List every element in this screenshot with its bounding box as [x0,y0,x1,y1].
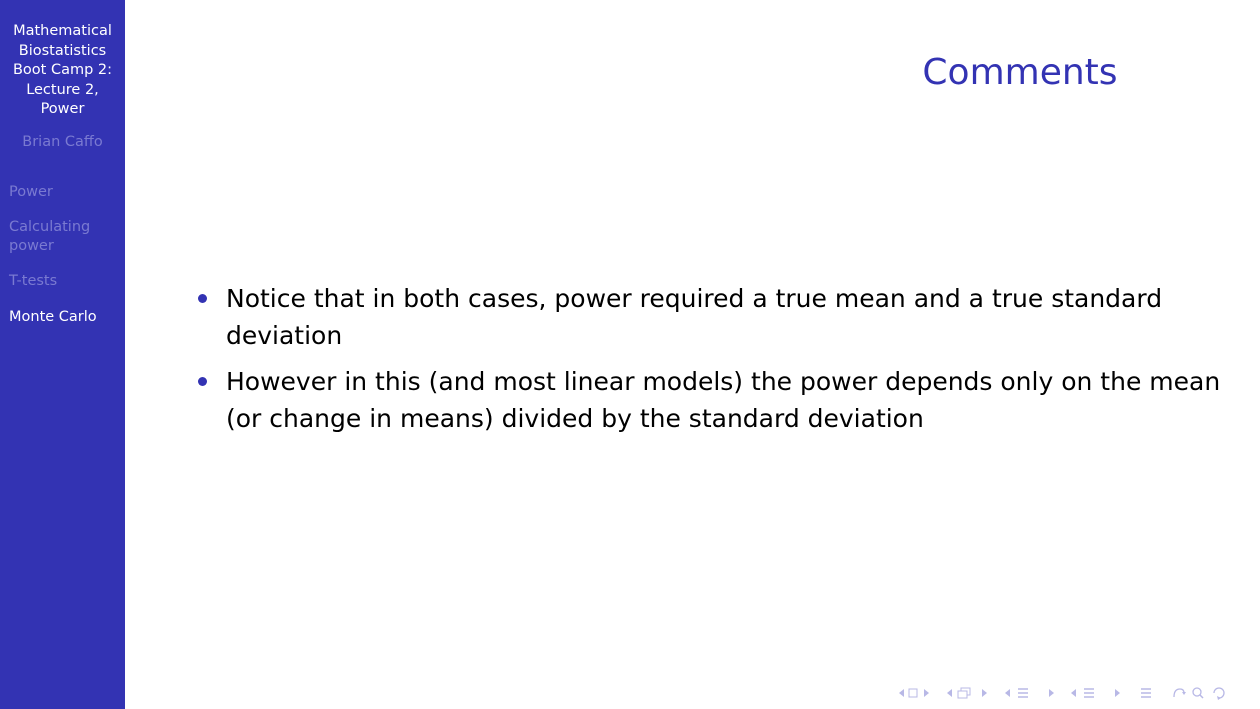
sidebar-item-label: T-tests [9,273,58,289]
bullet-icon [198,294,207,303]
sidebar-item-label: power [9,238,54,254]
subsection-icon[interactable] [1004,686,1056,700]
search-icon[interactable] [1172,686,1226,700]
bullet-list: Notice that in both cases, power require… [197,280,1237,446]
bullet-text: Notice that in both cases, power require… [226,280,1237,354]
bullet-line: deviation [226,321,343,350]
section-icon[interactable] [1070,686,1122,700]
slide: Mathematical Biostatistics Boot Camp 2: … [0,0,1260,709]
sidebar-item-label: Calculating [9,219,91,235]
bullet-text: However in this (and most linear models)… [226,363,1237,437]
bullet-line: However in this (and most linear models)… [226,367,1221,396]
prev-frame-icon[interactable] [946,686,990,700]
sidebar-title-line: Power [40,101,85,117]
sidebar-title-line: Mathematical [13,23,112,39]
list-item: Notice that in both cases, power require… [197,280,1237,354]
document-icon[interactable] [1136,686,1158,700]
sidebar-item-calculating-power[interactable]: Calculating power [9,218,121,256]
bullet-icon [198,377,207,386]
sidebar-item-label: Monte Carlo [9,309,97,325]
sidebar: Mathematical Biostatistics Boot Camp 2: … [0,0,125,709]
bullet-line: (or change in means) divided by the stan… [226,404,924,433]
sidebar-item-power[interactable]: Power [9,183,121,202]
list-item: However in this (and most linear models)… [197,363,1237,437]
sidebar-presentation-title[interactable]: Mathematical Biostatistics Boot Camp 2: … [0,22,125,120]
first-page-icon[interactable] [898,687,932,699]
beamer-navigation-bar [898,685,1240,701]
sidebar-item-monte-carlo[interactable]: Monte Carlo [9,308,121,327]
sidebar-title-line: Biostatistics [18,42,107,59]
sidebar-item-t-tests[interactable]: T-tests [9,272,121,291]
sidebar-item-label: Power [9,184,53,200]
sidebar-title-line: Boot Camp 2: [12,62,113,78]
sidebar-title-line: Lecture 2, [26,81,99,98]
bullet-line: Notice that in both cases, power require… [226,284,1163,313]
sidebar-author[interactable]: Brian Caffo [0,133,125,153]
frame-title: Comments [922,52,1118,93]
